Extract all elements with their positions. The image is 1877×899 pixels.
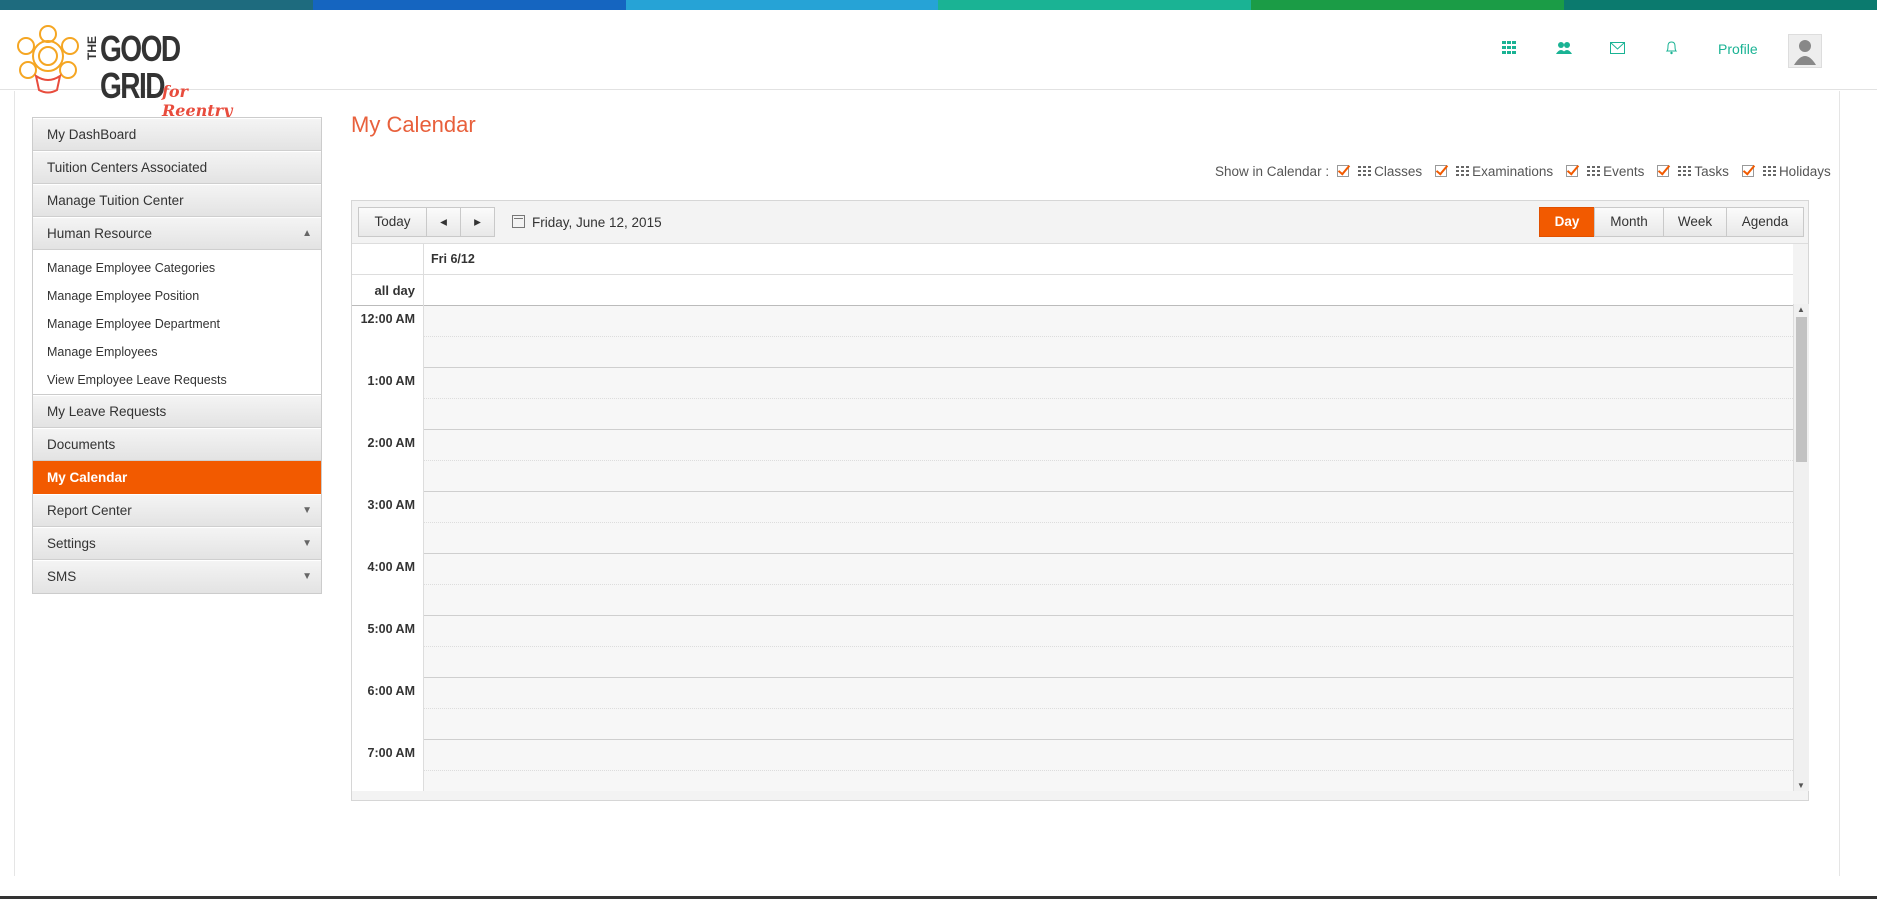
hour-label: 2:00 AM (352, 430, 424, 492)
half-hour-divider (424, 708, 1793, 709)
hour-slots[interactable]: 12:00 AM 1:00 AM 2:00 AM 3:00 AM 4:00 AM… (352, 306, 1793, 791)
grid-icon (1358, 166, 1372, 176)
next-button[interactable]: ▸ (460, 207, 495, 237)
half-hour-divider (424, 398, 1793, 399)
hour-label: 3:00 AM (352, 492, 424, 554)
hour-label: 12:00 AM (352, 306, 424, 368)
calendar-icon (512, 215, 525, 228)
day-header-gutter (352, 244, 424, 275)
sidebar-item-manage-tuition-center[interactable]: Manage Tuition Center (33, 184, 321, 217)
filter-tasks-checkbox[interactable] (1657, 165, 1670, 177)
logo-good: GOOD (100, 28, 181, 69)
hour-row[interactable]: 5:00 AM (352, 616, 1793, 678)
filters-label: Show in Calendar : (1215, 163, 1330, 179)
filter-tasks-label: Tasks (1694, 163, 1729, 179)
calendar-toolbar: Today ◂ ▸ Friday, June 12, 2015 Day Mont… (352, 201, 1808, 244)
envelope-icon[interactable] (1610, 41, 1628, 59)
hour-row[interactable]: 1:00 AM (352, 368, 1793, 430)
filter-examinations-checkbox[interactable] (1435, 165, 1448, 177)
current-date: Friday, June 12, 2015 (532, 215, 662, 230)
day-grid: Fri 6/12 all day 12:00 AM 1:00 AM 2:00 A… (352, 244, 1793, 791)
day-header-label: Fri 6/12 (431, 252, 475, 266)
caret-down-icon: ▼ (302, 505, 312, 516)
scrollbar-thumb[interactable] (1796, 317, 1807, 462)
hour-row[interactable]: 12:00 AM (352, 306, 1793, 368)
bell-icon[interactable] (1665, 41, 1683, 59)
sidebar-item-settings[interactable]: Settings ▼ (33, 527, 321, 560)
page-title: My Calendar (351, 112, 476, 137)
grid-icon (1678, 166, 1692, 176)
sidebar-item-human-resource[interactable]: Human Resource ▲ (33, 217, 321, 250)
hour-row[interactable]: 2:00 AM (352, 430, 1793, 492)
filter-events-label: Events (1603, 163, 1645, 179)
hour-label: 7:00 AM (352, 740, 424, 791)
filter-holidays-checkbox[interactable] (1741, 165, 1754, 177)
caret-up-icon: ▲ (302, 228, 312, 239)
user-silhouette-icon (1794, 40, 1816, 65)
grid-icon (1587, 166, 1601, 176)
apps-grid-icon[interactable] (1502, 41, 1520, 59)
submenu-manage-employee-categories[interactable]: Manage Employee Categories (33, 254, 321, 282)
submenu-manage-employee-position[interactable]: Manage Employee Position (33, 282, 321, 310)
filter-holidays-label: Holidays (1778, 163, 1831, 179)
hour-label: 6:00 AM (352, 678, 424, 740)
users-icon[interactable] (1556, 41, 1574, 59)
calendar-filters: Show in Calendar : Classes Examinations … (1215, 161, 1834, 181)
half-hour-divider (424, 584, 1793, 585)
submenu-view-employee-leave-requests[interactable]: View Employee Leave Requests (33, 366, 321, 394)
grid-icon (1762, 166, 1776, 176)
hour-label: 4:00 AM (352, 554, 424, 616)
avatar[interactable] (1788, 34, 1822, 68)
scroll-up-icon[interactable]: ▲ (1797, 305, 1805, 314)
half-hour-divider (424, 646, 1793, 647)
day-header: Fri 6/12 (352, 244, 1793, 275)
filter-examinations-label: Examinations (1472, 163, 1554, 179)
prev-button[interactable]: ◂ (426, 207, 461, 237)
submenu-manage-employees[interactable]: Manage Employees (33, 338, 321, 366)
header: THE GOOD GRID for Reentry Profile (0, 10, 1877, 120)
view-agenda-button[interactable]: Agenda (1726, 207, 1804, 237)
submenu-manage-employee-department[interactable]: Manage Employee Department (33, 310, 321, 338)
half-hour-divider (424, 460, 1793, 461)
filter-events-checkbox[interactable] (1566, 165, 1579, 177)
today-button[interactable]: Today (358, 207, 427, 237)
hour-row[interactable]: 6:00 AM (352, 678, 1793, 740)
sidebar-item-dashboard[interactable]: My DashBoard (33, 118, 321, 151)
top-color-bar (0, 0, 1877, 10)
view-day-button[interactable]: Day (1539, 207, 1595, 237)
profile-link[interactable]: Profile (1718, 41, 1758, 57)
all-day-row[interactable]: all day (352, 275, 1793, 306)
calendar-scrollbar[interactable]: ▲ ▼ (1793, 304, 1809, 791)
sidebar: My DashBoard Tuition Centers Associated … (32, 117, 322, 594)
hour-row[interactable]: 7:00 AM (352, 740, 1793, 791)
filter-classes-label: Classes (1374, 163, 1423, 179)
human-resource-submenu: Manage Employee Categories Manage Employ… (33, 250, 321, 395)
sidebar-item-sms[interactable]: SMS ▼ (33, 560, 321, 593)
caret-down-icon: ▼ (302, 571, 312, 582)
all-day-label: all day (352, 275, 424, 306)
caret-down-icon: ▼ (302, 538, 312, 549)
calendar: Today ◂ ▸ Friday, June 12, 2015 Day Mont… (351, 200, 1809, 801)
hour-row[interactable]: 3:00 AM (352, 492, 1793, 554)
sidebar-item-documents[interactable]: Documents (33, 428, 321, 461)
hour-label: 5:00 AM (352, 616, 424, 678)
sidebar-item-my-leave-requests[interactable]: My Leave Requests (33, 395, 321, 428)
logo-the: THE (85, 36, 99, 60)
logo[interactable]: THE GOOD GRID for Reentry (14, 18, 234, 120)
flower-logo-icon (17, 25, 79, 94)
scroll-down-icon[interactable]: ▼ (1797, 781, 1805, 790)
half-hour-divider (424, 522, 1793, 523)
half-hour-divider (424, 770, 1793, 771)
view-month-button[interactable]: Month (1594, 207, 1664, 237)
sidebar-item-tuition-centers-associated[interactable]: Tuition Centers Associated (33, 151, 321, 184)
hour-row[interactable]: 4:00 AM (352, 554, 1793, 616)
filter-classes-checkbox[interactable] (1337, 165, 1350, 177)
view-week-button[interactable]: Week (1663, 207, 1727, 237)
half-hour-divider (424, 336, 1793, 337)
grid-icon (1456, 166, 1470, 176)
hour-label: 1:00 AM (352, 368, 424, 430)
sidebar-item-my-calendar[interactable]: My Calendar (33, 461, 321, 494)
sidebar-item-report-center[interactable]: Report Center ▼ (33, 494, 321, 527)
